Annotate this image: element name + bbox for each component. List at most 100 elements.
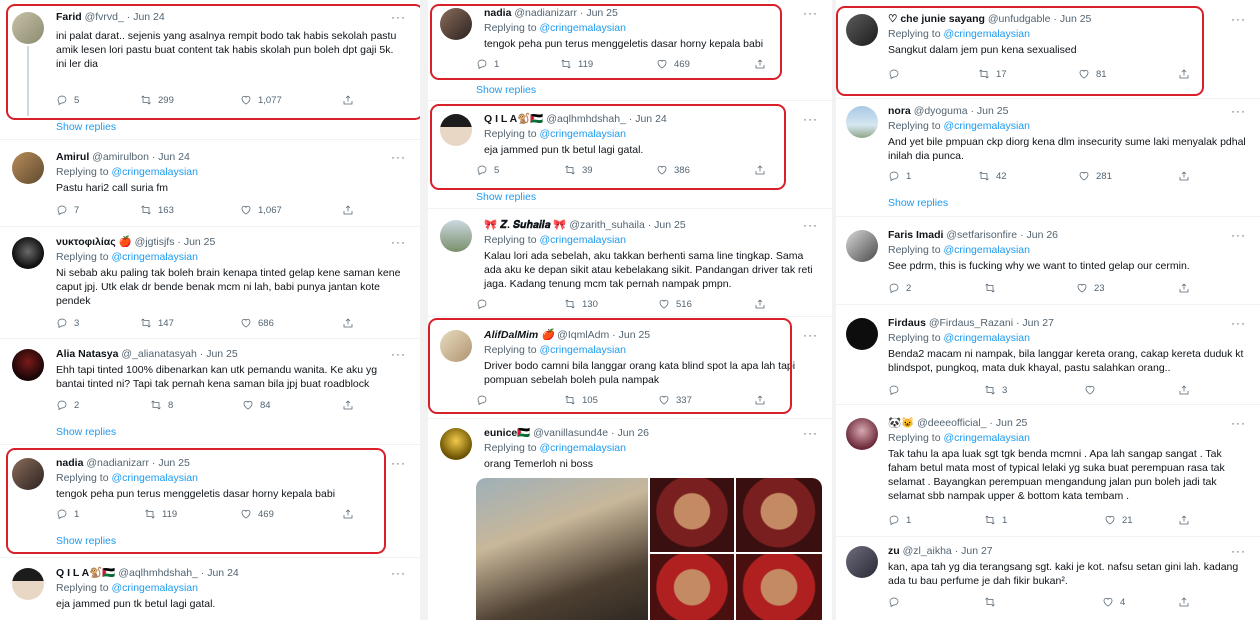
reply-button[interactable]: 2 [888,282,911,294]
show-replies-link[interactable]: Show replies [888,197,948,209]
tweet-eunice[interactable]: eunice🇵🇸 @vanillasund4e · Jun 26 ··· Rep… [428,422,832,620]
handle[interactable]: @vanillasund4e [533,427,608,439]
retweet-button[interactable]: 147 [140,317,174,329]
tweet-zu[interactable]: zu @zl_aikha · Jun 27 ··· kan, apa tah y… [836,540,1260,620]
more-icon[interactable]: ··· [803,426,818,440]
reply-button[interactable]: 2 [56,399,79,411]
photo-portrait[interactable] [736,478,822,552]
more-icon[interactable]: ··· [1231,228,1246,242]
date[interactable]: Jun 27 [961,545,993,557]
avatar[interactable] [440,428,472,460]
more-icon[interactable]: ··· [1231,416,1246,430]
display-name[interactable]: Amirul [56,151,89,163]
retweet-button[interactable]: 1 [984,514,1007,526]
reply-button[interactable]: 1 [888,514,911,526]
display-name[interactable]: νυκτοφιλίας 🍎 [56,236,132,248]
date[interactable]: Jun 26 [617,427,649,439]
more-icon[interactable]: ··· [803,112,818,126]
tweet-deeeofficial[interactable]: 🐼😺 @deeeofficial_ · Jun 25 ··· Replying … [836,412,1260,536]
like-button[interactable]: 516 [658,298,692,310]
more-icon[interactable]: ··· [391,347,406,361]
handle[interactable]: @deeeofficial_ [917,417,986,429]
show-replies-link[interactable]: Show replies [56,121,116,133]
like-button[interactable] [1084,384,1096,396]
mention-link[interactable]: @cringemalaysian [943,244,1030,256]
retweet-button[interactable]: 42 [978,170,1007,182]
photo-portrait[interactable] [736,554,822,620]
like-button[interactable]: 281 [1078,170,1112,182]
photo-grid[interactable] [476,478,822,620]
handle[interactable]: @jgtisjfs [135,236,175,248]
tweet-jgtisjfs[interactable]: νυκτοφιλίας 🍎 @jgtisjfs · Jun 25 ··· Rep… [0,231,420,333]
tweet-amirul[interactable]: Amirul @amirulbon · Jun 24 ··· Replying … [0,146,420,222]
retweet-button[interactable]: 3 [984,384,1007,396]
reply-button[interactable]: 7 [56,204,79,216]
handle[interactable]: @setfarisonfire [946,229,1017,241]
share-button[interactable] [342,399,354,411]
handle[interactable]: @dyoguma [914,105,968,117]
mention-link[interactable]: @cringemalaysian [943,432,1030,444]
tweet-qila[interactable]: Q I L A🐒🇵🇸 @aqlhmhdshah_ · Jun 24 ··· Re… [0,562,420,620]
display-name[interactable]: Firdaus [888,317,926,329]
avatar[interactable] [846,106,878,138]
avatar[interactable] [846,318,878,350]
display-name[interactable]: Faris Imadi [888,229,943,241]
share-button[interactable] [1178,514,1190,526]
reply-button[interactable] [476,298,488,310]
like-button[interactable]: 4 [1102,596,1125,608]
more-icon[interactable]: ··· [1231,316,1246,330]
reply-button[interactable]: 1 [888,170,911,182]
avatar[interactable] [12,349,44,381]
date[interactable]: Jun 24 [158,151,190,163]
retweet-button[interactable]: 8 [150,399,173,411]
handle[interactable]: @amirulbon [92,151,149,163]
avatar[interactable] [440,220,472,252]
date[interactable]: Jun 27 [1022,317,1054,329]
tweet-nora[interactable]: nora @dyoguma · Jun 25 ··· Replying to @… [836,100,1260,188]
tweet-faris[interactable]: Faris Imadi @setfarisonfire · Jun 26 ···… [836,224,1260,300]
like-button[interactable]: 23 [1076,282,1105,294]
handle[interactable]: @_alianatasyah [121,348,196,360]
display-name[interactable]: nora [888,105,911,117]
handle[interactable]: @Firdaus_Razani [929,317,1013,329]
like-button[interactable]: 686 [240,317,274,329]
display-name[interactable]: Alia Natasya [56,348,118,360]
share-button[interactable] [1178,282,1190,294]
share-button[interactable] [1178,384,1190,396]
photo-truck-cabin[interactable] [476,478,648,620]
display-name[interactable]: 🎀 𝒁. 𝑺𝒖𝒉𝒂𝒊𝒍𝒂 🎀 [484,219,566,231]
more-icon[interactable]: ··· [803,6,818,20]
like-button[interactable]: 84 [242,399,271,411]
avatar[interactable] [846,230,878,262]
more-icon[interactable]: ··· [803,328,818,342]
retweet-button[interactable] [984,596,996,608]
reply-button[interactable]: 3 [56,317,79,329]
mention-link[interactable]: @cringemalaysian [539,442,626,454]
reply-button[interactable] [888,596,900,608]
share-button[interactable] [754,298,766,310]
retweet-button[interactable] [984,282,996,294]
date[interactable]: Jun 25 [206,348,238,360]
date[interactable]: Jun 26 [1027,229,1059,241]
show-replies-link[interactable]: Show replies [476,191,536,203]
date[interactable]: Jun 25 [654,219,686,231]
mention-link[interactable]: @cringemalaysian [943,120,1030,132]
retweet-button[interactable]: 130 [564,298,598,310]
mention-link[interactable]: @cringemalaysian [111,251,198,263]
tweet-alia[interactable]: Alia Natasya @_alianatasyah · Jun 25 ···… [0,343,420,419]
show-replies-link[interactable]: Show replies [476,84,536,96]
avatar[interactable] [12,568,44,600]
more-icon[interactable]: ··· [391,235,406,249]
mention-link[interactable]: @cringemalaysian [111,582,198,594]
mention-link[interactable]: @cringemalaysian [943,332,1030,344]
more-icon[interactable]: ··· [1231,104,1246,118]
photo-portrait[interactable] [650,478,734,552]
more-icon[interactable]: ··· [391,566,406,580]
handle[interactable]: @zarith_suhaila [569,219,644,231]
share-button[interactable] [1178,596,1190,608]
show-replies-link[interactable]: Show replies [56,426,116,438]
avatar[interactable] [846,546,878,578]
display-name[interactable]: eunice🇵🇸 [484,427,530,439]
share-button[interactable] [342,204,354,216]
handle[interactable]: @aqlhmhdshah_ [118,567,198,579]
